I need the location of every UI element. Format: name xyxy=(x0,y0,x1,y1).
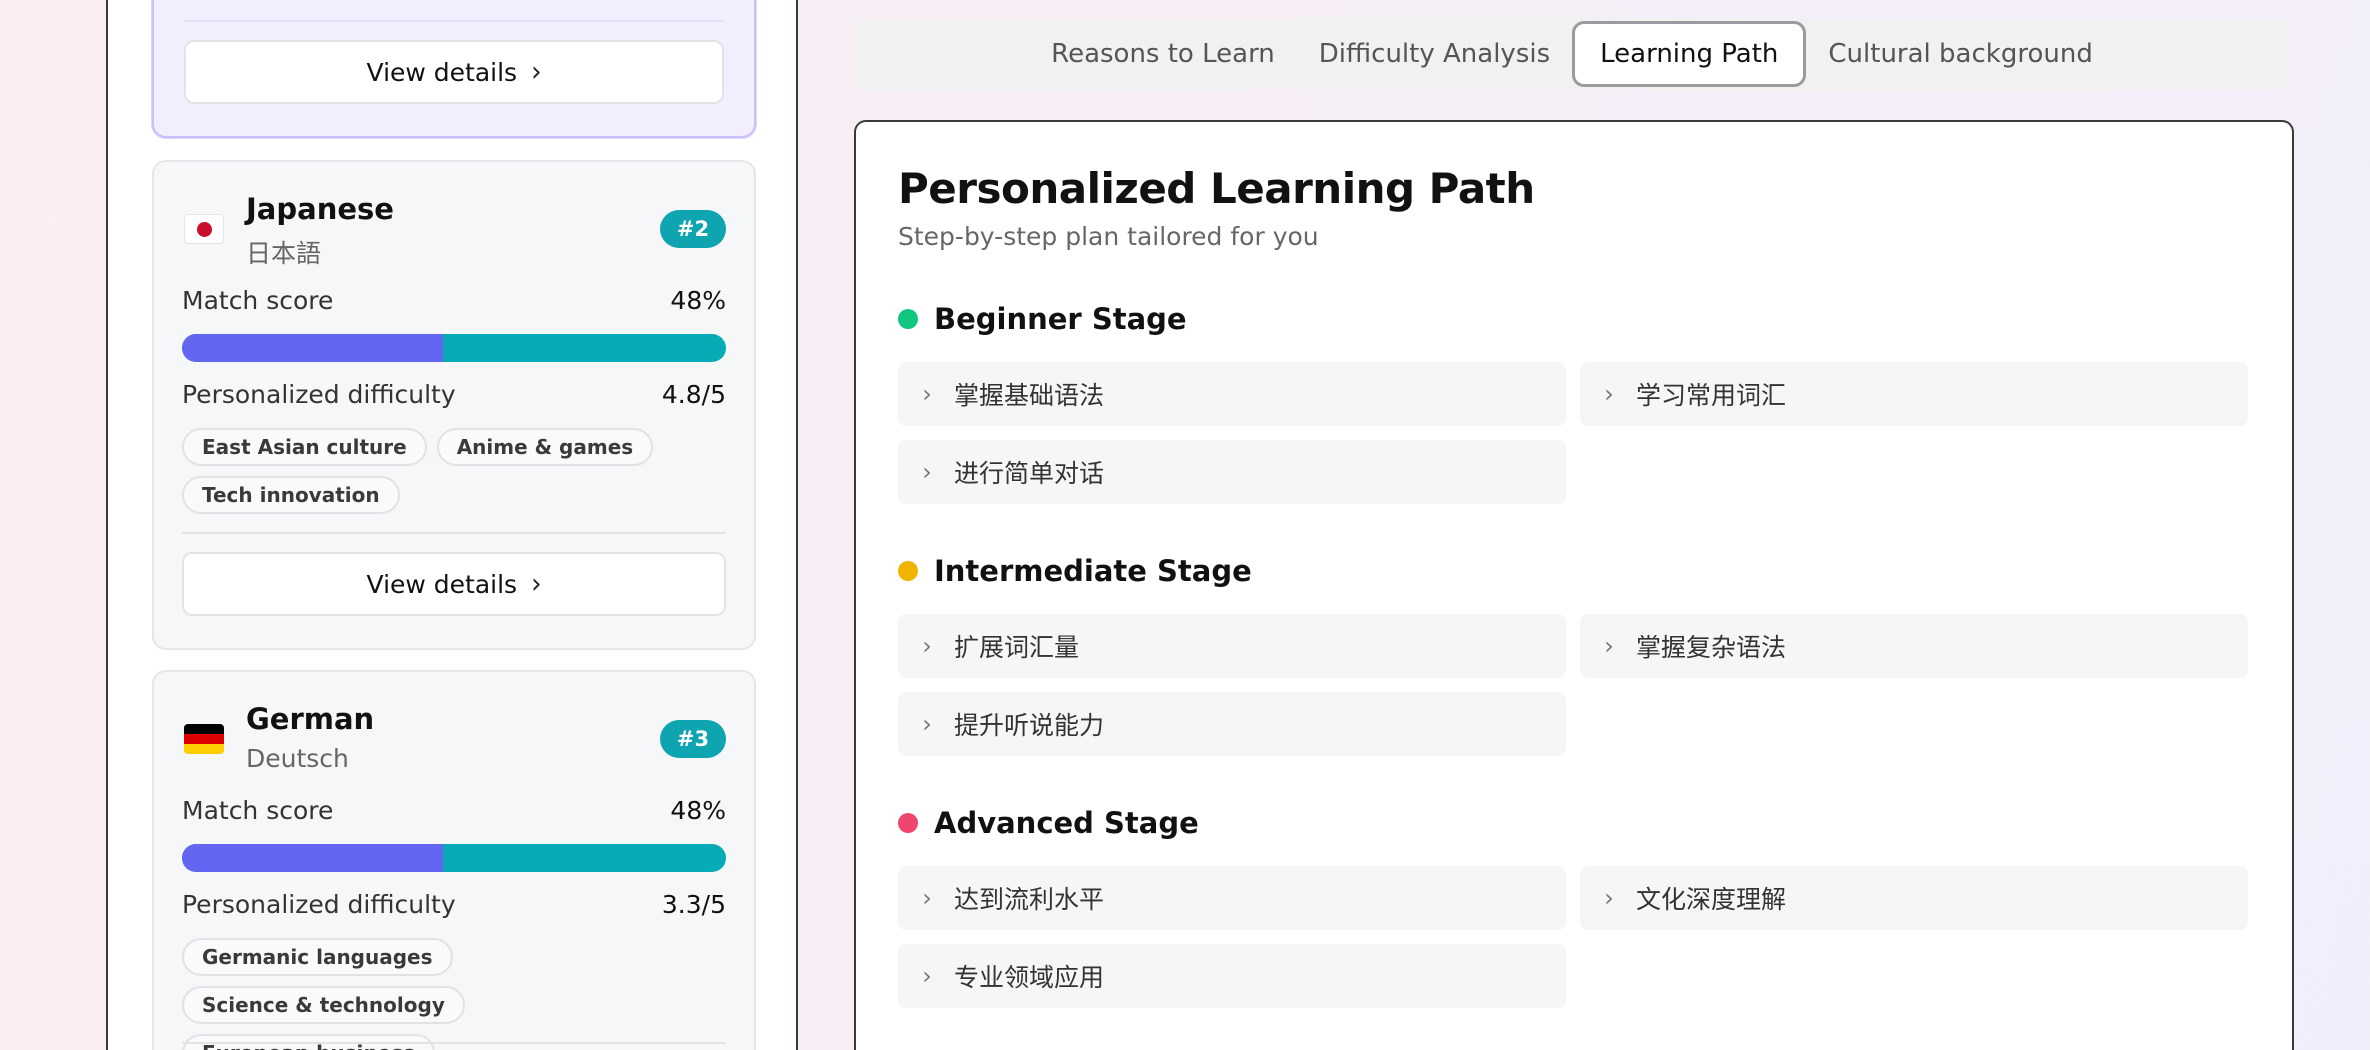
difficulty-value: 4.8/5 xyxy=(661,380,726,409)
card-divider xyxy=(182,1042,726,1044)
difficulty-label: Personalized difficulty xyxy=(182,890,456,919)
language-card-selected[interactable]: View details › xyxy=(152,0,756,138)
match-score-fill xyxy=(182,334,444,362)
difficulty-label: Personalized difficulty xyxy=(182,380,456,409)
stage-item-label: 文化深度理解 xyxy=(1636,885,1787,914)
match-score-bar xyxy=(182,334,726,362)
interest-tags: Germanic languages Science & technology … xyxy=(182,938,726,1050)
chevron-right-icon: › xyxy=(922,884,932,912)
stage-name: Advanced Stage xyxy=(934,806,1199,840)
tab-cultural-background[interactable]: Cultural background xyxy=(1806,21,2114,87)
stage-item[interactable]: › 掌握基础语法 xyxy=(898,362,1566,426)
stage-heading-advanced: Advanced Stage xyxy=(898,806,1199,840)
language-card-german[interactable]: German Deutsch #3 Match score 48% Person… xyxy=(152,670,756,1050)
page-subtitle: Step-by-step plan tailored for you xyxy=(898,222,1319,251)
view-details-label: View details xyxy=(366,57,518,87)
match-score-label: Match score xyxy=(182,286,334,315)
match-score-value: 48% xyxy=(670,796,726,825)
rank-badge: #3 xyxy=(660,720,726,758)
language-native-name: 日本語 xyxy=(246,239,322,268)
stage-status-dot xyxy=(898,309,918,329)
stage-item-label: 学习常用词汇 xyxy=(1636,381,1787,410)
card-divider xyxy=(184,20,724,22)
stage-status-dot xyxy=(898,561,918,581)
tab-reasons-to-learn[interactable]: Reasons to Learn xyxy=(1029,21,1297,87)
interest-tags: East Asian culture Anime & games Tech in… xyxy=(182,428,726,514)
match-score-bar xyxy=(182,844,726,872)
stage-item-label: 提升听说能力 xyxy=(954,711,1105,740)
card-divider xyxy=(182,532,726,534)
learning-path-card: Personalized Learning Path Step-by-step … xyxy=(854,120,2294,1050)
interest-tag: Science & technology xyxy=(182,986,465,1024)
stage-name: Beginner Stage xyxy=(934,302,1187,336)
stage-item-label: 达到流利水平 xyxy=(954,885,1105,914)
view-details-label: View details xyxy=(366,569,518,599)
stage-heading-beginner: Beginner Stage xyxy=(898,302,1187,336)
stage-item[interactable]: › 掌握复杂语法 xyxy=(1580,614,2248,678)
tab-bar: Reasons to Learn Difficulty Analysis Lea… xyxy=(854,18,2290,90)
stage-item-label: 掌握复杂语法 xyxy=(1636,633,1787,662)
tab-difficulty-analysis[interactable]: Difficulty Analysis xyxy=(1297,21,1572,87)
chevron-right-icon: › xyxy=(922,632,932,660)
interest-tag: Tech innovation xyxy=(182,476,400,514)
interest-tag: East Asian culture xyxy=(182,428,427,466)
language-name: German xyxy=(246,702,375,736)
match-score-value: 48% xyxy=(670,286,726,315)
stage-item[interactable]: › 扩展词汇量 xyxy=(898,614,1566,678)
stage-item[interactable]: › 专业领域应用 xyxy=(898,944,1566,1008)
chevron-right-icon: › xyxy=(922,710,932,738)
stage-item[interactable]: › 文化深度理解 xyxy=(1580,866,2248,930)
tab-learning-path[interactable]: Learning Path xyxy=(1572,21,1807,87)
stage-item[interactable]: › 提升听说能力 xyxy=(898,692,1566,756)
page-title: Personalized Learning Path xyxy=(898,164,1535,213)
difficulty-value: 3.3/5 xyxy=(661,890,726,919)
language-name: Japanese xyxy=(246,192,394,226)
stage-item[interactable]: › 学习常用词汇 xyxy=(1580,362,2248,426)
japan-flag-icon xyxy=(184,214,224,244)
stage-item-label: 进行简单对话 xyxy=(954,459,1105,488)
chevron-right-icon: › xyxy=(922,380,932,408)
stage-status-dot xyxy=(898,813,918,833)
chevron-right-icon: › xyxy=(922,962,932,990)
stage-item[interactable]: › 进行简单对话 xyxy=(898,440,1566,504)
match-score-fill xyxy=(182,844,444,872)
interest-tag: Anime & games xyxy=(436,428,654,466)
stage-heading-intermediate: Intermediate Stage xyxy=(898,554,1252,588)
stage-item[interactable]: › 达到流利水平 xyxy=(898,866,1566,930)
chevron-right-icon: › xyxy=(1604,632,1614,660)
language-list-panel: View details › Japanese 日本語 #2 Match sco… xyxy=(106,0,798,1050)
detail-panel: Reasons to Learn Difficulty Analysis Lea… xyxy=(796,0,2370,1050)
stage-name: Intermediate Stage xyxy=(934,554,1252,588)
stage-item-label: 扩展词汇量 xyxy=(954,633,1080,662)
view-details-button[interactable]: View details › xyxy=(184,40,724,104)
interest-tag: Germanic languages xyxy=(182,938,453,976)
language-card-japanese[interactable]: Japanese 日本語 #2 Match score 48% Personal… xyxy=(152,160,756,650)
stage-item-label: 掌握基础语法 xyxy=(954,381,1105,410)
match-score-label: Match score xyxy=(182,796,334,825)
view-details-button[interactable]: View details › xyxy=(182,552,726,616)
chevron-right-icon: › xyxy=(531,567,542,601)
rank-badge: #2 xyxy=(660,210,726,248)
germany-flag-icon xyxy=(184,724,224,754)
language-native-name: Deutsch xyxy=(246,744,349,773)
stage-item-label: 专业领域应用 xyxy=(954,963,1105,992)
chevron-right-icon: › xyxy=(922,458,932,486)
chevron-right-icon: › xyxy=(1604,884,1614,912)
chevron-right-icon: › xyxy=(1604,380,1614,408)
chevron-right-icon: › xyxy=(531,55,542,89)
